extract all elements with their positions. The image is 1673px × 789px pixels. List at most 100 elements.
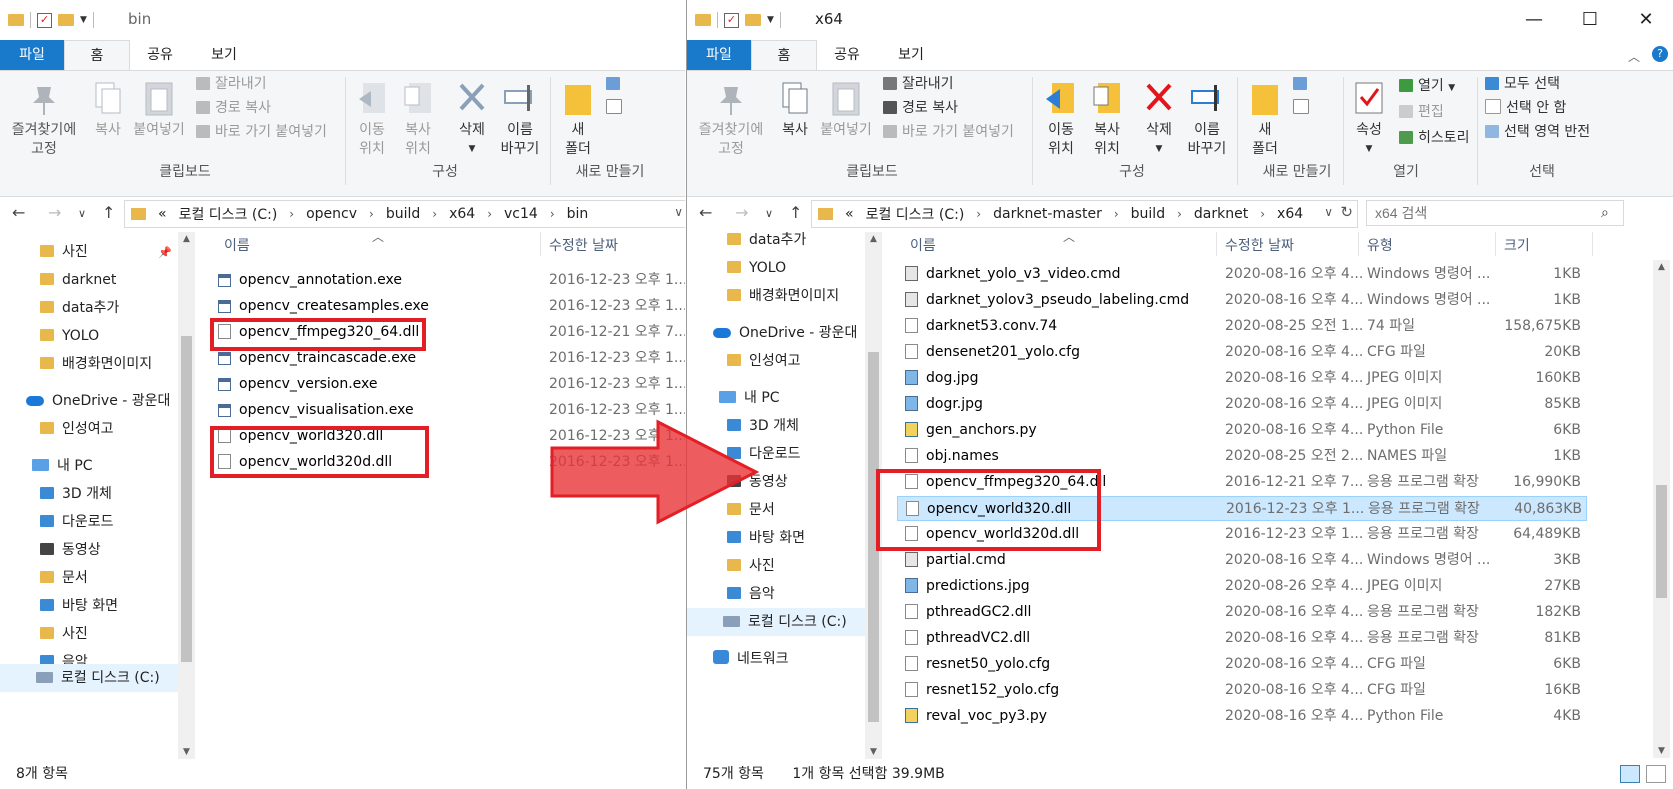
nav-item-local-disk[interactable]: 로컬 디스크 (C:) <box>0 664 178 692</box>
nav-item-onedrive[interactable]: OneDrive - 광운대 <box>26 387 170 415</box>
file-list-scrollbar[interactable]: ▲ ▼ <box>1653 260 1670 758</box>
history-button[interactable]: 히스토리 <box>1399 127 1470 149</box>
table-row[interactable]: pthreadVC2.dll 2020-08-16 오후 4... 응용 프로그램 … <box>897 626 1587 651</box>
easy-access-icon[interactable] <box>606 97 627 119</box>
breadcrumb-item[interactable]: darknet-master <box>993 206 1102 222</box>
search-input[interactable] <box>1366 200 1624 226</box>
nav-item-documents[interactable]: 문서 <box>40 564 88 592</box>
breadcrumb-overflow[interactable]: « <box>845 206 854 222</box>
delete-button[interactable]: 삭제 ▼ <box>1137 79 1181 159</box>
table-row[interactable]: resnet50_yolo.cfg 2020-08-16 오후 4... CFG 파… <box>897 652 1587 677</box>
tab-view[interactable]: 보기 <box>192 40 256 70</box>
paste-shortcut-button[interactable]: 바로 가기 붙여넣기 <box>196 121 327 143</box>
help-icon[interactable]: ? <box>1652 46 1668 62</box>
nav-item-insung[interactable]: 인성여고 <box>727 347 801 375</box>
breadcrumb-item[interactable]: darknet <box>1194 206 1248 222</box>
scroll-down-arrow-icon[interactable]: ▼ <box>1653 746 1670 756</box>
new-folder-button[interactable]: 새 폴더 <box>556 79 600 159</box>
details-view-icon[interactable] <box>1620 765 1640 783</box>
invert-selection-button[interactable]: 선택 영역 반전 <box>1485 121 1590 143</box>
nav-item-network[interactable]: 네트워크 <box>713 645 789 673</box>
nav-item-3d-objects[interactable]: 3D 개체 <box>40 480 112 508</box>
nav-item-yolo[interactable]: YOLO <box>727 254 786 282</box>
nav-scrollbar[interactable]: ▲ ▼ <box>178 232 195 759</box>
column-header-date[interactable]: 수정한 날짜 <box>1225 232 1294 260</box>
table-row[interactable]: opencv_version.exe 2016-12-23 오후 1... <box>210 372 685 397</box>
tab-file[interactable]: 파일 <box>687 40 751 70</box>
tab-share[interactable]: 공유 <box>815 40 879 70</box>
nav-item-photos[interactable]: 사진 <box>40 238 88 266</box>
breadcrumb-item[interactable]: 로컬 디스크 (C:) <box>866 204 965 224</box>
address-bar[interactable]: « 로컬 디스크 (C:) › opencv › build › x64 › vc14 ›… <box>124 200 685 228</box>
tab-home[interactable]: 홈 <box>751 40 817 71</box>
table-row[interactable]: darknet_yolov3_pseudo_labeling.cmd 2020-0… <box>897 288 1587 313</box>
column-header-date[interactable]: 수정한 날짜 <box>549 232 618 260</box>
close-button[interactable]: ✕ <box>1618 0 1673 40</box>
breadcrumb-item[interactable]: build <box>386 206 420 222</box>
breadcrumb-item[interactable]: bin <box>567 206 589 222</box>
table-row[interactable]: dogr.jpg 2020-08-16 오후 4... JPEG 이미지 85KB <box>897 392 1587 417</box>
nav-item-local-disk[interactable]: 로컬 디스크 (C:) <box>687 608 865 636</box>
minimize-button[interactable]: — <box>1506 0 1562 40</box>
column-header-name[interactable]: 이름 <box>910 232 936 260</box>
nav-item-yolo[interactable]: YOLO <box>40 322 99 350</box>
column-header-name[interactable]: 이름 <box>224 232 250 260</box>
scroll-down-arrow-icon[interactable]: ▼ <box>865 747 882 757</box>
rename-button[interactable]: 이름 바꾸기 <box>496 79 544 159</box>
new-folder-icon[interactable] <box>745 14 761 26</box>
customize-dropdown-icon[interactable]: ▼ <box>767 15 774 25</box>
nav-item-darknet[interactable]: darknet <box>40 266 116 294</box>
table-row[interactable]: opencv_annotation.exe 2016-12-23 오후 1... <box>210 268 685 293</box>
nav-item-pictures[interactable]: 사진 <box>727 552 775 580</box>
nav-item-desktop[interactable]: 바탕 화면 <box>727 524 805 552</box>
paste-button[interactable]: 붙여넣기 <box>130 79 188 140</box>
nav-item-downloads[interactable]: 다운로드 <box>40 508 114 536</box>
table-row[interactable]: darknet_yolo_v3_video.cmd 2020-08-16 오후 4… <box>897 262 1587 287</box>
nav-item-this-pc[interactable]: 내 PC <box>719 384 780 412</box>
nav-item-data[interactable]: data추가 <box>727 226 806 254</box>
table-row[interactable]: partial.cmd 2020-08-16 오후 4... Windows 명령어… <box>897 548 1587 573</box>
forward-arrow-icon[interactable]: → <box>735 203 748 222</box>
up-arrow-icon[interactable]: ↑ <box>102 203 115 222</box>
recent-dropdown-icon[interactable]: ∨ <box>78 207 86 220</box>
properties-check-icon[interactable]: ✓ <box>724 12 739 28</box>
scroll-up-arrow-icon[interactable]: ▲ <box>1653 262 1670 272</box>
refresh-icon[interactable]: ↻ <box>1340 203 1353 221</box>
copy-to-button[interactable]: 복사 위치 <box>398 79 438 159</box>
scroll-thumb[interactable] <box>181 336 192 662</box>
rename-button[interactable]: 이름 바꾸기 <box>1183 79 1231 159</box>
scroll-down-arrow-icon[interactable]: ▼ <box>178 747 195 757</box>
edit-button[interactable]: 편집 <box>1399 101 1444 123</box>
address-dropdown-icon[interactable]: ∨ <box>674 205 683 219</box>
table-row[interactable]: resnet152_yolo.cfg 2020-08-16 오후 4... CFG … <box>897 678 1587 703</box>
large-icons-view-icon[interactable] <box>1646 765 1666 783</box>
up-arrow-icon[interactable]: ↑ <box>789 203 802 222</box>
tab-share[interactable]: 공유 <box>128 40 192 70</box>
table-row[interactable]: pthreadGC2.dll 2020-08-16 오후 4... 응용 프로그램 … <box>897 600 1587 625</box>
paste-button[interactable]: 붙여넣기 <box>817 79 875 140</box>
table-row[interactable]: dog.jpg 2020-08-16 오후 4... JPEG 이미지 160KB <box>897 366 1587 391</box>
nav-item-wallpaper[interactable]: 배경화면이미지 <box>727 282 839 310</box>
column-header-size[interactable]: 크기 <box>1504 232 1530 260</box>
breadcrumb-overflow[interactable]: « <box>158 206 167 222</box>
new-item-icon[interactable] <box>1293 73 1312 95</box>
nav-item-music[interactable]: 음악 <box>727 580 775 608</box>
easy-access-icon[interactable] <box>1293 97 1314 119</box>
maximize-button[interactable]: ☐ <box>1562 0 1618 40</box>
paste-shortcut-button[interactable]: 바로 가기 붙여넣기 <box>883 121 1014 143</box>
table-row[interactable]: densenet201_yolo.cfg 2020-08-16 오후 4... CF… <box>897 340 1587 365</box>
nav-item-wallpaper[interactable]: 배경화면이미지 <box>40 350 152 378</box>
nav-item-pictures[interactable]: 사진 <box>40 620 88 648</box>
open-button[interactable]: 열기 ▼ <box>1399 75 1455 97</box>
breadcrumb-item[interactable]: build <box>1131 206 1165 222</box>
properties-check-icon[interactable]: ✓ <box>37 12 52 28</box>
copy-path-button[interactable]: 경로 복사 <box>196 97 271 119</box>
pin-quick-access-button[interactable]: 즐겨찾기에 고정 <box>4 79 84 159</box>
cut-button[interactable]: 잘라내기 <box>883 73 954 95</box>
scroll-up-arrow-icon[interactable]: ▲ <box>865 234 882 244</box>
properties-button[interactable]: 속성 ▼ <box>1349 79 1389 159</box>
nav-item-videos[interactable]: 동영상 <box>40 536 101 564</box>
breadcrumb-item[interactable]: x64 <box>449 206 475 222</box>
nav-item-insung[interactable]: 인성여고 <box>40 415 114 443</box>
move-to-button[interactable]: 이동 위치 <box>1041 79 1081 159</box>
